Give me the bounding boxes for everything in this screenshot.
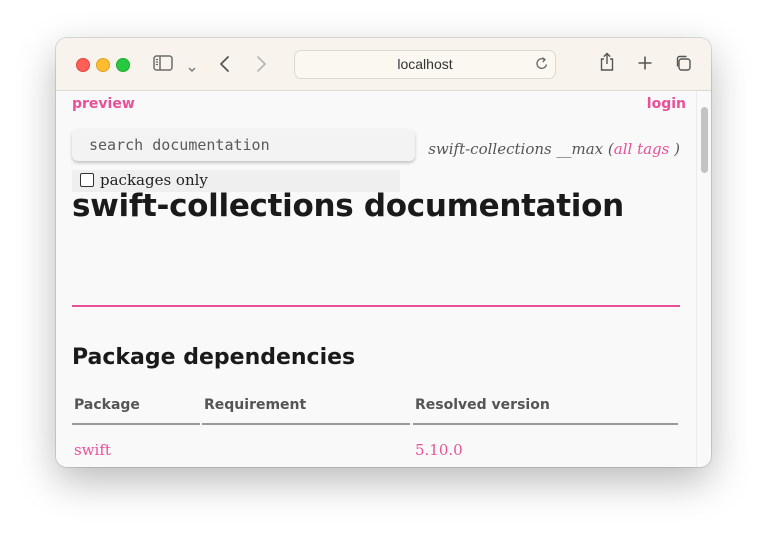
tab-overview-icon[interactable] (674, 54, 692, 76)
packages-only-checkbox[interactable] (80, 173, 94, 187)
address-bar[interactable]: localhost (294, 50, 556, 79)
address-text: localhost (397, 56, 453, 72)
close-window-button[interactable] (76, 58, 90, 72)
reload-icon[interactable] (535, 56, 549, 75)
preview-link[interactable]: preview (72, 96, 135, 112)
version-ref: __max (556, 140, 604, 158)
page-title: swift-collections documentation (72, 188, 624, 224)
scrollbar-thumb[interactable] (701, 107, 708, 173)
page-content: preview login packages only swift-collec… (56, 91, 696, 467)
packages-only-label: packages only (100, 171, 208, 189)
version-selector: swift-collections __max (all tags ) (428, 140, 680, 158)
sidebar-toggle-icon[interactable] (153, 55, 173, 75)
share-icon[interactable] (599, 52, 615, 76)
search-input[interactable] (72, 129, 415, 161)
all-tags-link[interactable]: all tags (614, 140, 670, 158)
browser-window: localhost preview login search documenta… (56, 38, 711, 467)
title-divider (72, 305, 680, 307)
column-header-package: Package (72, 397, 200, 425)
forward-arrow-icon[interactable] (255, 55, 267, 77)
section-title: Package dependencies (72, 345, 356, 370)
column-header-resolved-version: Resolved version (413, 397, 678, 425)
login-link[interactable]: login (647, 96, 686, 112)
dependency-resolved-version-link[interactable]: 5.10.0 (413, 441, 463, 459)
close-paren: ) (674, 140, 680, 158)
dependency-package-link[interactable]: swift (72, 441, 111, 459)
zoom-window-button[interactable] (116, 58, 130, 72)
vertical-scrollbar[interactable] (696, 91, 711, 467)
chevron-down-icon[interactable] (187, 59, 197, 78)
search-box (72, 129, 415, 161)
package-name: swift-collections (428, 140, 552, 158)
new-tab-icon[interactable] (637, 55, 653, 75)
browser-toolbar: localhost (56, 38, 711, 91)
column-header-requirement: Requirement (202, 397, 410, 425)
minimize-window-button[interactable] (96, 58, 110, 72)
back-arrow-icon[interactable] (219, 55, 231, 77)
